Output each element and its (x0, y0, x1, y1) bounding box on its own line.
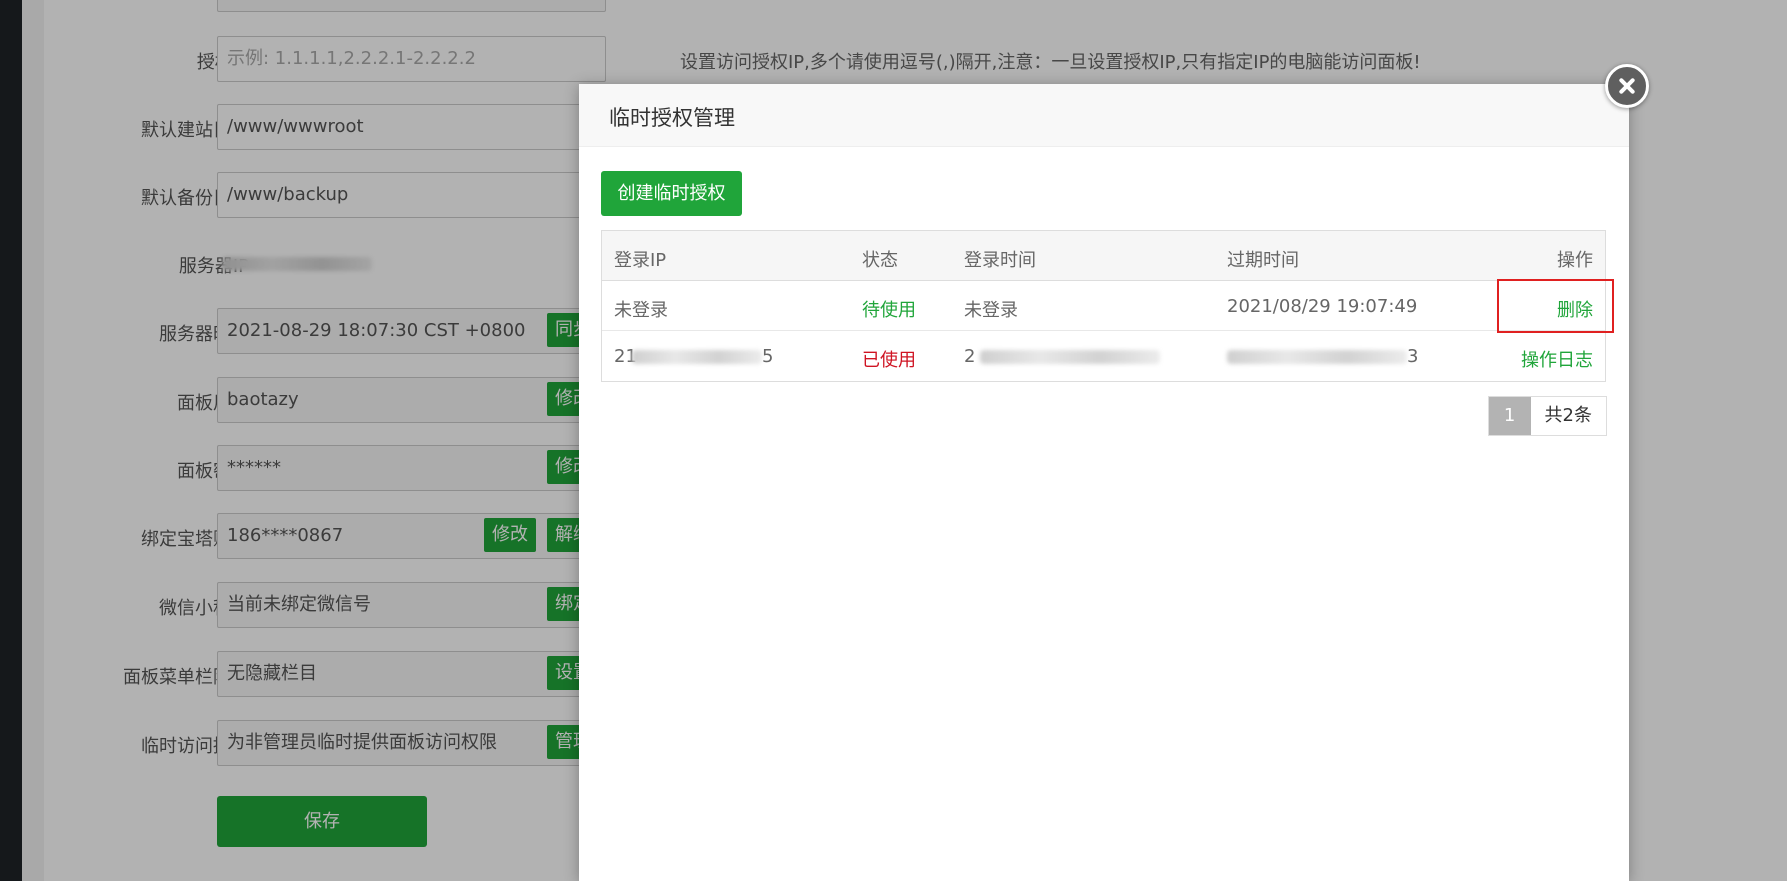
row-login-time: 2 (964, 346, 976, 367)
temp-auth-modal: 临时授权管理 创建临时授权 登录IP 状态 登录时间 过期时间 操作 未登录 待… (579, 84, 1629, 881)
modal-header: 临时授权管理 (579, 84, 1629, 147)
row-login-ip: 未登录 (614, 300, 668, 321)
row-status: 待使用 (862, 300, 916, 321)
row-expire-time: 2021/08/29 19:07:49 (1227, 296, 1418, 317)
page-total-count: 共2条 (1544, 405, 1592, 426)
highlight-annotation (1497, 279, 1614, 333)
pagination: 1 共2条 (1487, 396, 1607, 436)
col-expire-time: 过期时间 (1227, 250, 1299, 271)
row-status: 已使用 (862, 350, 916, 371)
blurred-ip (632, 350, 762, 364)
temp-auth-table: 登录IP 状态 登录时间 过期时间 操作 未登录 待使用 未登录 2021/08… (601, 230, 1606, 382)
row-expire-tail: 3 (1407, 346, 1419, 367)
page: 授权IP 示例: 1.1.1.1,2.2.2.1-2.2.2.2 设置访问授权I… (0, 0, 1787, 881)
table-row: 21 5 已使用 2 3 操作日志 (602, 331, 1605, 381)
col-status: 状态 (862, 250, 898, 271)
row-login-time: 未登录 (964, 300, 1018, 321)
col-login-time: 登录时间 (964, 250, 1036, 271)
table-row: 未登录 待使用 未登录 2021/08/29 19:07:49 删除 (602, 281, 1605, 331)
create-temp-auth-button[interactable]: 创建临时授权 (601, 171, 742, 216)
row-login-ip-tail: 5 (762, 346, 774, 367)
close-icon[interactable] (1605, 64, 1649, 108)
col-action: 操作 (1557, 250, 1593, 271)
blurred-expire-time (1227, 350, 1407, 364)
modal-title: 临时授权管理 (609, 106, 735, 130)
page-number-current[interactable]: 1 (1488, 397, 1531, 435)
col-login-ip: 登录IP (614, 250, 667, 271)
table-header: 登录IP 状态 登录时间 过期时间 操作 (602, 231, 1605, 281)
operation-log-link[interactable]: 操作日志 (1521, 346, 1593, 372)
blurred-login-time (980, 350, 1160, 364)
